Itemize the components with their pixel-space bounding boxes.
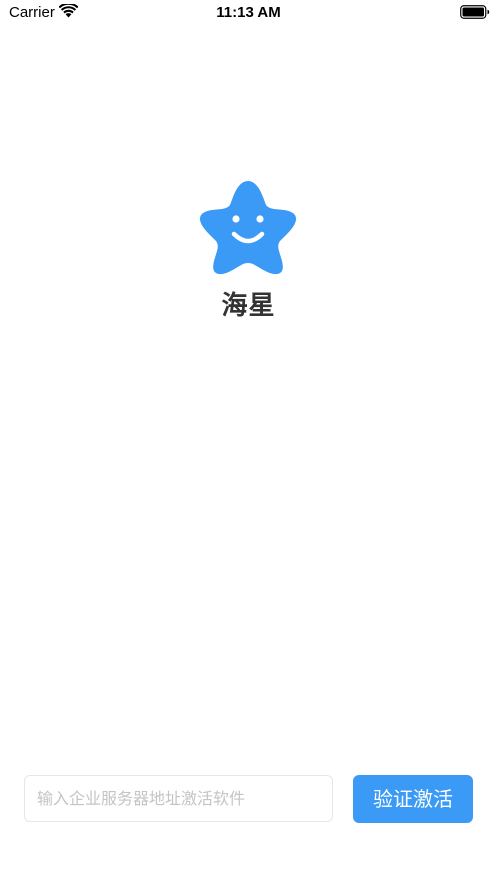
server-address-input[interactable] <box>24 775 333 822</box>
app-name: 海星 <box>221 291 276 321</box>
status-bar: Carrier 11:13 AM <box>0 0 497 26</box>
battery-full-icon <box>460 5 490 19</box>
verify-activate-button[interactable]: 验证激活 <box>353 775 473 823</box>
app-logo <box>196 176 300 280</box>
clock: 11:13 AM <box>216 4 281 21</box>
smiling-star-icon <box>199 181 297 275</box>
